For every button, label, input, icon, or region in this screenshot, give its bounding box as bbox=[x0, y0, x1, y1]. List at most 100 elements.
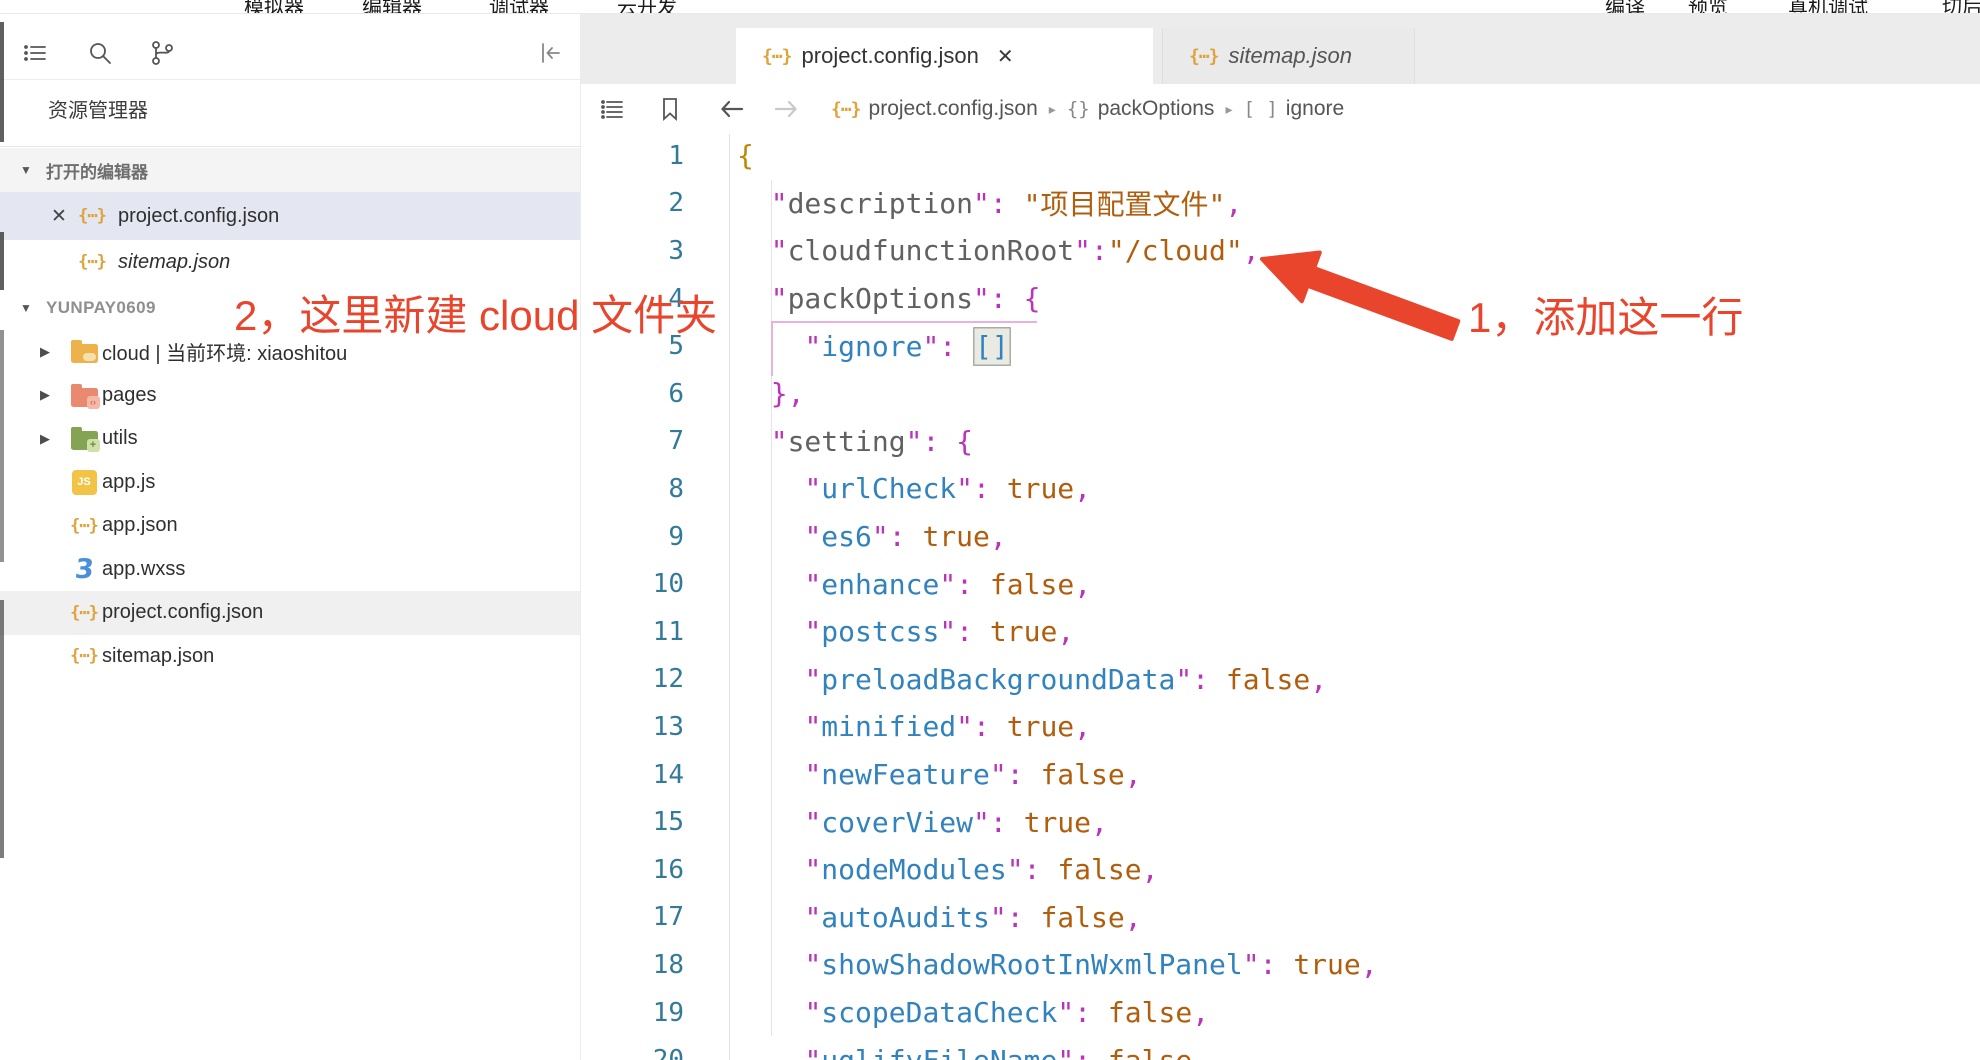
chevron-right-icon: ▶ bbox=[40, 343, 50, 359]
json-file-icon: {⋯} bbox=[70, 646, 99, 667]
folder-utils-icon bbox=[66, 427, 102, 453]
left-edge-mark bbox=[0, 232, 4, 290]
code-line-content: " autoAudits ": false, bbox=[729, 893, 1142, 942]
line-number: 17 bbox=[652, 902, 684, 933]
open-editor-item[interactable]: ✕ {⋯} project.config.json bbox=[0, 192, 580, 240]
code-line-content: " newFeature ": false, bbox=[729, 750, 1142, 799]
code-line[interactable]: 15 " coverView ": true, bbox=[581, 798, 1980, 846]
code-line[interactable]: 9 " es6 ": true, bbox=[581, 512, 1980, 561]
tab-close-icon[interactable]: ✕ bbox=[997, 44, 1014, 69]
code-line[interactable]: 5 " ignore ": [] bbox=[581, 322, 1980, 370]
menu-item[interactable]: 编译 bbox=[1605, 0, 1645, 13]
js-file-icon: JS bbox=[66, 469, 102, 495]
tree-item[interactable]: ▶ pages bbox=[0, 374, 580, 418]
navigate-back-icon[interactable] bbox=[717, 94, 747, 124]
tree-item[interactable]: {⋯} project.config.json bbox=[0, 591, 580, 635]
tree-item-label: utils bbox=[102, 427, 138, 450]
open-editors-label: 打开的编辑器 bbox=[46, 162, 148, 182]
json-file-icon: {⋯} bbox=[831, 98, 861, 120]
line-number: 3 bbox=[668, 235, 684, 266]
tree-item[interactable]: {⋯} sitemap.json bbox=[0, 635, 580, 679]
code-line[interactable]: 18 " showShadowRootInWxmlPanel ": true, bbox=[581, 941, 1980, 989]
breadcrumb-segment[interactable]: {⋯} project.config.json bbox=[831, 97, 1038, 121]
tree-item[interactable]: {⋯} app.json bbox=[0, 504, 580, 548]
editor-tab[interactable]: {⋯} sitemap.json bbox=[1162, 28, 1415, 84]
breadcrumb-segment[interactable]: {} packOptions bbox=[1067, 97, 1215, 121]
code-line-content: " cloudfunctionRoot ": "/cloud", bbox=[729, 227, 1260, 275]
line-number: 18 bbox=[652, 949, 684, 980]
open-editors-header[interactable]: ▼ 打开的编辑器 bbox=[0, 148, 580, 192]
code-line[interactable]: 16 " nodeModules ": false, bbox=[581, 846, 1980, 894]
file-name-label: sitemap.json bbox=[118, 250, 231, 273]
tree-item-label: app.json bbox=[102, 514, 178, 537]
line-number: 20 bbox=[581, 1036, 729, 1060]
tree-item-label: app.js bbox=[102, 470, 156, 493]
code-line[interactable]: 7 " setting ": { bbox=[581, 417, 1980, 466]
code-editor[interactable]: 1{2 " description ": "项目配置文件", 3 " cloudfunc… bbox=[581, 132, 1980, 1060]
json-file-icon: {⋯} bbox=[70, 515, 99, 536]
outline-list-icon[interactable] bbox=[597, 94, 627, 124]
code-line[interactable]: 11 " postcss ": true, bbox=[581, 608, 1980, 656]
tree-item[interactable]: 3 app.wxss bbox=[0, 548, 580, 592]
close-icon[interactable]: ✕ bbox=[44, 205, 74, 228]
folder-pages-icon bbox=[66, 383, 102, 409]
code-line-content: " minified ": true, bbox=[729, 703, 1091, 751]
open-editor-item[interactable]: {⋯} sitemap.json bbox=[0, 240, 580, 284]
git-branch-icon[interactable] bbox=[147, 38, 177, 68]
line-number: 16 bbox=[652, 854, 684, 885]
tree-item-label: app.wxss bbox=[102, 557, 186, 580]
code-line-content: " description ": "项目配置文件", bbox=[729, 179, 1242, 228]
code-line[interactable]: 14 " newFeature ": false, bbox=[581, 750, 1980, 799]
code-line[interactable]: 20 "uglifyFileName": false, bbox=[581, 1036, 1980, 1060]
code-line[interactable]: 2 " description ": "项目配置文件", bbox=[581, 179, 1980, 228]
menu-item[interactable]: 调试器 bbox=[489, 0, 549, 13]
wxss-file-icon: 3 bbox=[72, 553, 96, 585]
code-line[interactable]: 10 " enhance ": false, bbox=[581, 560, 1980, 608]
collapse-sidebar-icon[interactable] bbox=[535, 38, 565, 68]
top-menu-bar: 模拟器 编辑器 调试器 云开发 编译 预览 真机调试 切后台 bbox=[0, 0, 1980, 14]
breadcrumb-segment[interactable]: [ ] ignore bbox=[1243, 97, 1344, 121]
code-line[interactable]: 12 " preloadBackgroundData ": false, bbox=[581, 655, 1980, 704]
menu-item[interactable]: 预览 bbox=[1688, 0, 1728, 13]
divider bbox=[0, 146, 580, 147]
tree-item[interactable]: JS app.js bbox=[0, 461, 580, 505]
code-line[interactable]: 1{ bbox=[581, 132, 1980, 180]
code-line[interactable]: 4 " packOptions ": { bbox=[581, 274, 1980, 323]
bookmark-icon[interactable] bbox=[655, 94, 685, 124]
code-line-content: " ignore ": [] bbox=[729, 322, 1011, 370]
menu-item[interactable]: 云开发 bbox=[617, 0, 677, 13]
code-line[interactable]: 6 }, bbox=[581, 370, 1980, 418]
json-file-icon: {⋯} bbox=[78, 206, 107, 226]
tree-item-label: sitemap.json bbox=[102, 644, 215, 667]
code-line-content: " scopeDataCheck ": false, bbox=[729, 988, 1209, 1037]
line-number: 19 bbox=[652, 997, 684, 1028]
menu-item[interactable]: 编辑器 bbox=[362, 0, 422, 13]
menu-item[interactable]: 切后台 bbox=[1942, 0, 1980, 13]
code-line[interactable]: 17 " autoAudits ": false, bbox=[581, 893, 1980, 942]
tab-label: sitemap.json bbox=[1228, 43, 1353, 68]
left-edge-mark bbox=[0, 600, 4, 858]
tree-item-label: pages bbox=[102, 383, 157, 406]
project-name: YUNPAY0609 bbox=[46, 298, 156, 317]
json-file-icon: {⋯} bbox=[762, 45, 792, 67]
line-number: 11 bbox=[652, 616, 684, 647]
line-number: 1 bbox=[668, 140, 684, 171]
code-line-content: "uglifyFileName": false, bbox=[729, 1036, 1209, 1060]
code-line[interactable]: 8 " urlCheck ": true, bbox=[581, 465, 1980, 513]
code-line[interactable]: 13 " minified ": true, bbox=[581, 703, 1980, 751]
chevron-right-icon: ▶ bbox=[40, 430, 50, 446]
line-number: 13 bbox=[652, 711, 684, 742]
search-icon[interactable] bbox=[85, 38, 115, 68]
code-line[interactable]: 3 " cloudfunctionRoot ": "/cloud", bbox=[581, 227, 1980, 275]
line-number: 15 bbox=[652, 807, 684, 838]
editor-tab[interactable]: {⋯} project.config.json ✕ bbox=[736, 28, 1153, 84]
navigate-forward-icon[interactable] bbox=[771, 94, 801, 124]
json-file-icon: {⋯} bbox=[1189, 45, 1219, 67]
menu-item[interactable]: 真机调试 bbox=[1788, 0, 1868, 13]
menu-list-icon[interactable] bbox=[20, 38, 50, 68]
chevron-down-icon: ▼ bbox=[20, 301, 32, 315]
code-line[interactable]: 19 " scopeDataCheck ": false, bbox=[581, 988, 1980, 1037]
tree-item[interactable]: ▶ utils bbox=[0, 417, 580, 461]
line-number: 6 bbox=[668, 378, 684, 409]
menu-item[interactable]: 模拟器 bbox=[244, 0, 304, 13]
